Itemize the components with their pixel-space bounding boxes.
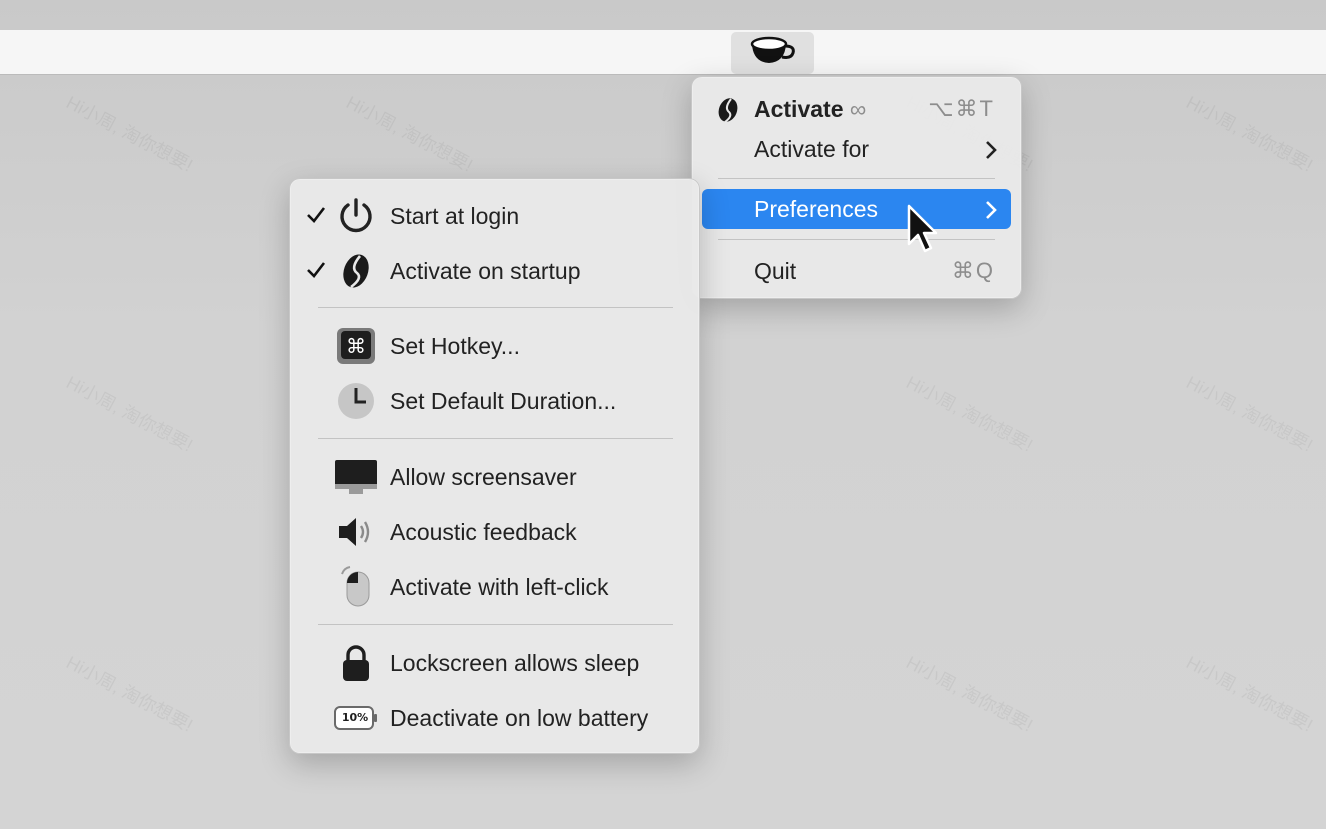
menu-item-label: Quit (754, 257, 797, 284)
battery-icon: 10% (334, 698, 378, 738)
menu-item-activate-for[interactable]: Activate for (702, 129, 1011, 169)
menubar-app-item[interactable] (731, 32, 814, 74)
pref-label: Set Hotkey... (390, 333, 520, 359)
coffee-bean-icon (716, 96, 740, 130)
pref-activate-on-startup[interactable]: Activate on startup (290, 247, 699, 295)
shortcut-label: ⌘Q (951, 258, 995, 283)
mouse-icon (334, 566, 378, 607)
pref-set-hotkey[interactable]: ⌘ Set Hotkey... (290, 322, 699, 370)
pref-allow-screensaver[interactable]: Allow screensaver (290, 453, 699, 501)
pref-deactivate-low-battery[interactable]: 10% Deactivate on low battery (290, 694, 699, 742)
watermark: Hi小周, 淘你想要! (1183, 372, 1317, 456)
pref-label: Set Default Duration... (390, 388, 617, 414)
watermark: Hi小周, 淘你想要! (343, 92, 477, 176)
display-icon (334, 457, 378, 497)
watermark: Hi小周, 淘你想要! (1183, 652, 1317, 736)
chevron-right-icon (985, 199, 997, 226)
watermark: Hi小周, 淘你想要! (63, 92, 197, 176)
battery-level-text: 10% (341, 711, 369, 724)
pref-label: Lockscreen allows sleep (390, 650, 640, 676)
menu-separator (318, 624, 673, 625)
infinity-symbol: ∞ (849, 95, 867, 122)
menu-item-label: Activate for (754, 135, 870, 162)
power-icon (334, 196, 378, 236)
pref-label: Allow screensaver (390, 464, 577, 490)
shortcut-label: ⌥⌘T (928, 96, 995, 121)
menu-bar (0, 30, 1326, 74)
watermark: Hi小周, 淘你想要! (903, 652, 1037, 736)
pref-label: Deactivate on low battery (390, 705, 649, 731)
pref-start-at-login[interactable]: Start at login (290, 192, 699, 240)
pref-activate-left-click[interactable]: Activate with left-click (290, 563, 699, 611)
coffee-cup-icon (749, 34, 797, 73)
menu-separator (318, 438, 673, 439)
lock-icon (334, 643, 378, 683)
menu-item-quit[interactable]: Quit ⌘Q (702, 251, 1011, 291)
pref-label: Acoustic feedback (390, 519, 577, 545)
watermark: Hi小周, 淘你想要! (903, 372, 1037, 456)
watermark: Hi小周, 淘你想要! (63, 372, 197, 456)
pref-label: Start at login (390, 203, 520, 229)
chevron-right-icon (985, 139, 997, 166)
menu-item-activate[interactable]: Activate ∞ ⌥⌘T (702, 89, 1011, 129)
menu-separator (718, 239, 995, 240)
pref-acoustic-feedback[interactable]: Acoustic feedback (290, 508, 699, 556)
pref-lockscreen-sleep[interactable]: Lockscreen allows sleep (290, 639, 699, 687)
preferences-submenu: Start at login Activate on startup ⌘ Set… (289, 178, 700, 754)
checkmark-icon (306, 259, 326, 286)
menu-item-preferences[interactable]: Preferences (702, 189, 1011, 229)
pref-set-default-duration[interactable]: Set Default Duration... (290, 377, 699, 425)
pref-label: Activate on startup (390, 258, 581, 284)
speaker-icon (334, 512, 378, 552)
command-key-icon: ⌘ (334, 326, 378, 366)
mouse-cursor-icon (906, 204, 940, 261)
app-menu: Activate ∞ ⌥⌘T Activate for Preferences … (691, 76, 1022, 299)
watermark: Hi小周, 淘你想要! (1183, 92, 1317, 176)
clock-icon (334, 381, 378, 421)
svg-text:⌘: ⌘ (346, 334, 366, 358)
menu-separator (718, 178, 995, 179)
menu-item-label: Activate ∞ (754, 95, 867, 122)
checkmark-icon (306, 204, 326, 231)
menu-separator (318, 307, 673, 308)
coffee-bean-icon (334, 251, 378, 291)
pref-label: Activate with left-click (390, 574, 609, 600)
watermark: Hi小周, 淘你想要! (63, 652, 197, 736)
menu-item-label: Preferences (754, 195, 879, 222)
